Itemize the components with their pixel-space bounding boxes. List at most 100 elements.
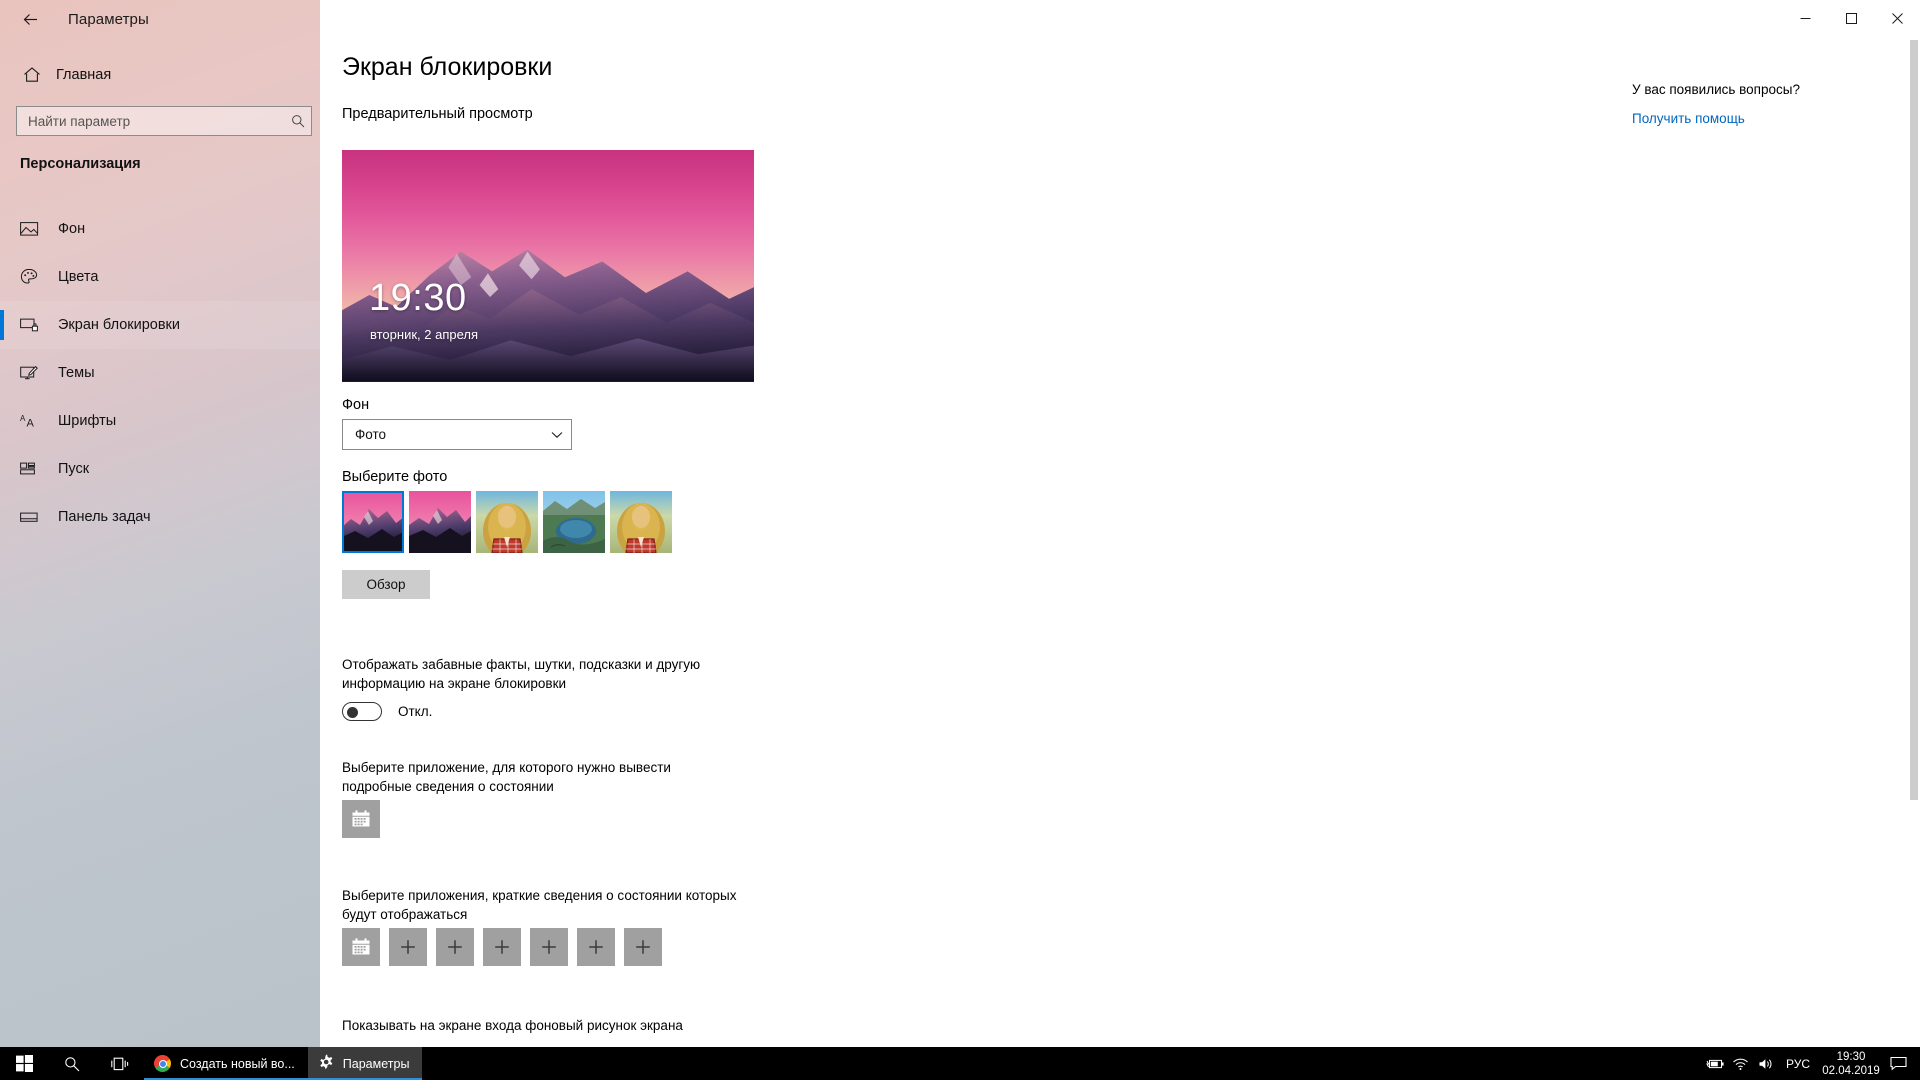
task-view-icon: [111, 1057, 129, 1070]
search-icon: [65, 1056, 80, 1071]
fun-facts-description: Отображать забавные факты, шутки, подска…: [342, 657, 701, 691]
quick-status-add-slot-2[interactable]: [436, 928, 474, 966]
quick-status-add-slot-6[interactable]: [624, 928, 662, 966]
taskbar-search-button[interactable]: [48, 1047, 96, 1080]
taskbar-clock[interactable]: 19:30 02.04.2019: [1820, 1047, 1882, 1080]
svg-text:A: A: [20, 414, 26, 423]
taskbar-app-label: Создать новый во...: [180, 1056, 295, 1071]
taskbar-app-chrome[interactable]: Создать новый во...: [144, 1047, 308, 1080]
sidebar-home-label: Главная: [56, 67, 112, 83]
sidebar-item-label: Фон: [58, 221, 86, 237]
wifi-icon[interactable]: [1728, 1047, 1754, 1080]
sidebar-item-background[interactable]: Фон: [0, 205, 320, 253]
sidebar-item-home[interactable]: Главная: [12, 58, 302, 92]
system-tray: РУС 19:30 02.04.2019: [1702, 1047, 1920, 1080]
help-question: У вас появились вопросы?: [1632, 82, 1800, 97]
browse-button[interactable]: Обзор: [342, 570, 430, 599]
chevron-down-icon: [543, 431, 571, 439]
get-help-link[interactable]: Получить помощь: [1632, 111, 1862, 126]
notification-center-button[interactable]: [1882, 1047, 1914, 1080]
photo-thumbnail-woman-portrait-2[interactable]: [610, 491, 672, 553]
sidebar-item-label: Шрифты: [58, 413, 117, 429]
sidebar-item-label: Темы: [58, 365, 95, 381]
home-icon: [12, 66, 52, 84]
page-title: Экран блокировки: [342, 53, 553, 81]
maximize-button[interactable]: [1828, 0, 1874, 36]
start-tiles-icon: [20, 457, 50, 481]
search-input[interactable]: [17, 107, 285, 135]
quick-status-description: Выберите приложения, краткие сведения о …: [342, 888, 737, 922]
plus-icon: [448, 940, 462, 954]
palette-icon: [20, 265, 50, 289]
close-icon: [1891, 12, 1903, 24]
help-panel: У вас появились вопросы? Получить помощь: [1632, 82, 1862, 126]
clock-date: 02.04.2019: [1822, 1064, 1880, 1077]
battery-charging-icon[interactable]: [1702, 1047, 1728, 1080]
quick-status-add-slot-5[interactable]: [577, 928, 615, 966]
photo-thumbnail-mountain-sunset-1[interactable]: [342, 491, 404, 553]
detailed-status-app-slot: [342, 800, 380, 838]
settings-window: Параметры Главная Найти параметр Персона…: [0, 0, 1920, 1080]
chrome-icon: [154, 1055, 171, 1072]
theme-brush-icon: [20, 361, 50, 385]
window-title: Параметры: [68, 10, 149, 28]
taskbar-app-settings[interactable]: Параметры: [307, 1047, 423, 1080]
content-scrollbar[interactable]: [1908, 38, 1920, 1047]
preview-label: Предварительный просмотр: [342, 106, 533, 122]
plus-icon: [589, 940, 603, 954]
speaker-icon[interactable]: [1754, 1047, 1780, 1080]
background-label: Фон: [342, 397, 370, 413]
start-button[interactable]: [0, 1047, 48, 1080]
close-button[interactable]: [1874, 0, 1920, 36]
sidebar-item-label: Цвета: [58, 269, 99, 285]
windows-start-icon: [15, 1055, 33, 1072]
detailed-status-calendar-tile[interactable]: [342, 800, 380, 838]
plus-icon: [401, 940, 415, 954]
search-icon: [285, 114, 311, 128]
maximize-icon: [1845, 12, 1857, 24]
quick-status-add-slot-4[interactable]: [530, 928, 568, 966]
lock-screen-preview[interactable]: 19:30 вторник, 2 апреля: [342, 150, 754, 382]
calendar-icon: [352, 938, 370, 955]
sidebar-item-label: Пуск: [58, 461, 90, 477]
sign-in-background-description: Показывать на экране входа фоновый рисун…: [342, 1018, 683, 1033]
scrollbar-thumb[interactable]: [1910, 40, 1918, 800]
language-indicator[interactable]: РУС: [1786, 1057, 1810, 1071]
minimize-icon: [1800, 17, 1810, 19]
fun-facts-toggle[interactable]: [342, 702, 382, 721]
main-content: Экран блокировки Предварительный просмот…: [320, 0, 1920, 1047]
task-view-button[interactable]: [96, 1047, 144, 1080]
quick-status-add-slot-3[interactable]: [483, 928, 521, 966]
sidebar-item-fonts[interactable]: A A Шрифты: [0, 397, 320, 445]
clock-time: 19:30: [1836, 1050, 1866, 1063]
photo-thumbnail-lake-valley[interactable]: [543, 491, 605, 553]
background-type-value: Фото: [355, 427, 387, 442]
photo-thumbnail-woman-portrait-1[interactable]: [476, 491, 538, 553]
sidebar-item-colors[interactable]: Цвета: [0, 253, 320, 301]
sidebar-item-label: Экран блокировки: [58, 317, 180, 333]
sidebar-item-start[interactable]: Пуск: [0, 445, 320, 493]
navigation-sidebar: Главная Персонализация Фон: [0, 0, 320, 1047]
taskbar-icon: [20, 505, 50, 529]
quick-status-app-slots: [342, 928, 662, 966]
detailed-status-description: Выберите приложение, для которого нужно …: [342, 760, 671, 794]
quick-status-add-slot-1[interactable]: [389, 928, 427, 966]
picture-icon: [20, 217, 50, 241]
sidebar-item-taskbar[interactable]: Панель задач: [0, 493, 320, 541]
lockscreen-icon: [20, 313, 50, 337]
plus-icon: [542, 940, 556, 954]
search-box[interactable]: [16, 106, 312, 136]
preview-date: вторник, 2 апреля: [370, 327, 479, 342]
back-button[interactable]: [6, 3, 54, 35]
sidebar-item-themes[interactable]: Темы: [0, 349, 320, 397]
sidebar-item-lock-screen[interactable]: Экран блокировки: [0, 301, 320, 349]
windows-taskbar: Создать новый во... Параметры РУС 19:30 …: [0, 1047, 1920, 1080]
photo-thumbnail-mountain-sunset-2[interactable]: [409, 491, 471, 553]
preview-clock: 19:30: [369, 277, 467, 319]
background-type-select[interactable]: Фото: [342, 419, 572, 450]
calendar-icon: [352, 810, 370, 827]
plus-icon: [636, 940, 650, 954]
fun-facts-toggle-state: Откл.: [398, 704, 433, 719]
minimize-button[interactable]: [1782, 0, 1828, 36]
quick-status-calendar-tile[interactable]: [342, 928, 380, 966]
